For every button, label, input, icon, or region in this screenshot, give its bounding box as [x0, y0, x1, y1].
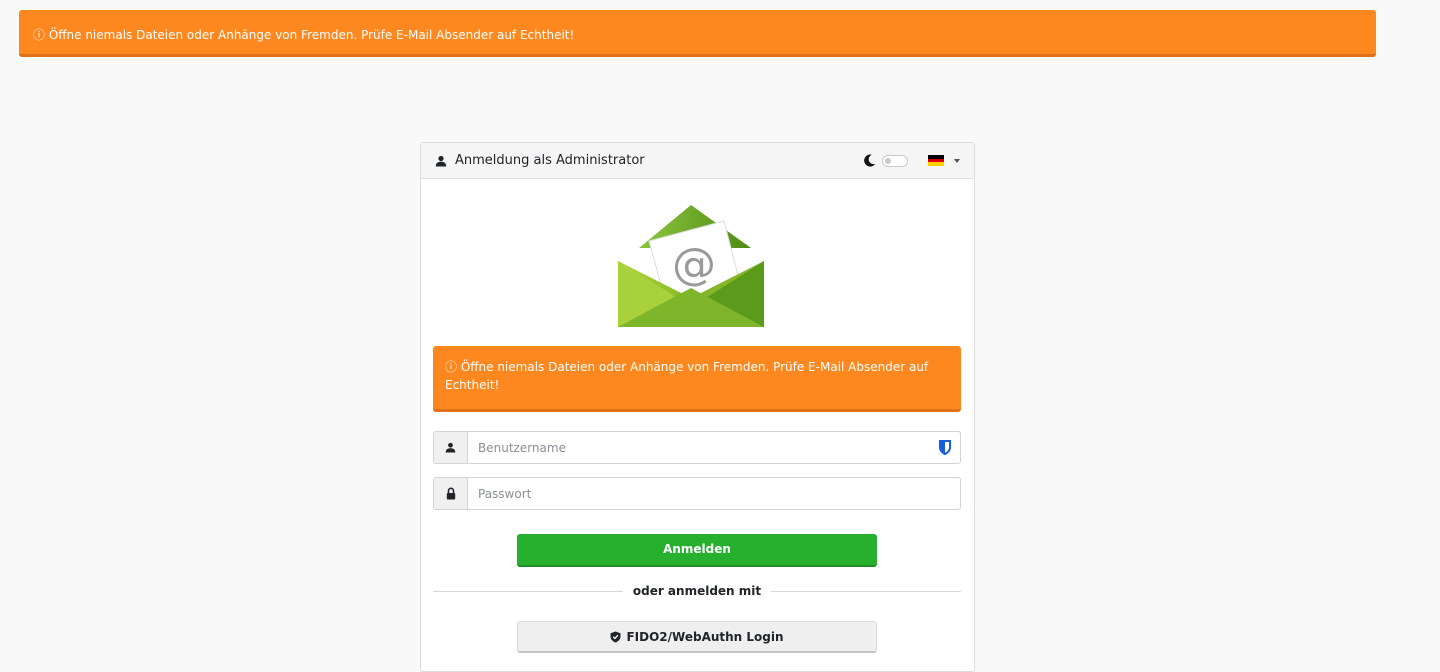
username-input[interactable] — [468, 432, 930, 463]
login-divider: oder anmelden mit — [433, 584, 961, 598]
header-controls — [863, 154, 960, 167]
username-field-group — [433, 431, 961, 464]
top-warning-banner: ⓘ Öffne niemals Dateien oder Anhänge von… — [19, 10, 1376, 57]
bitwarden-shield-icon[interactable] — [930, 432, 960, 463]
divider-line-left — [433, 590, 623, 592]
fido-button-label: FIDO2/WebAuthn Login — [626, 629, 784, 644]
card-header: Anmeldung als Administrator — [421, 143, 974, 179]
warning-alert: ⓘ Öffne niemals Dateien oder Anhänge von… — [433, 346, 961, 412]
login-button[interactable]: Anmelden — [517, 534, 877, 567]
german-flag-icon[interactable] — [928, 155, 944, 167]
top-warning-text: ⓘ Öffne niemals Dateien oder Anhänge von… — [33, 28, 575, 42]
user-icon — [434, 432, 468, 463]
svg-text:@: @ — [672, 239, 716, 290]
user-icon — [435, 155, 447, 167]
lock-icon — [434, 478, 468, 509]
moon-icon — [863, 154, 876, 167]
divider-text: oder anmelden mit — [632, 584, 762, 598]
login-card: Anmeldung als Administrator @ ⓘ Öffne ni… — [420, 142, 975, 672]
fido-login-button[interactable]: FIDO2/WebAuthn Login — [517, 621, 877, 653]
card-header-title: Anmeldung als Administrator — [455, 153, 645, 168]
password-input[interactable] — [468, 478, 960, 509]
divider-line-right — [771, 590, 961, 592]
shield-check-icon — [610, 631, 621, 643]
warning-alert-text: ⓘ Öffne niemals Dateien oder Anhänge von… — [445, 360, 929, 392]
envelope-at-logo: @ — [616, 203, 768, 332]
dark-mode-toggle[interactable] — [882, 154, 908, 167]
password-field-group — [433, 477, 961, 510]
chevron-down-icon[interactable] — [954, 158, 960, 163]
